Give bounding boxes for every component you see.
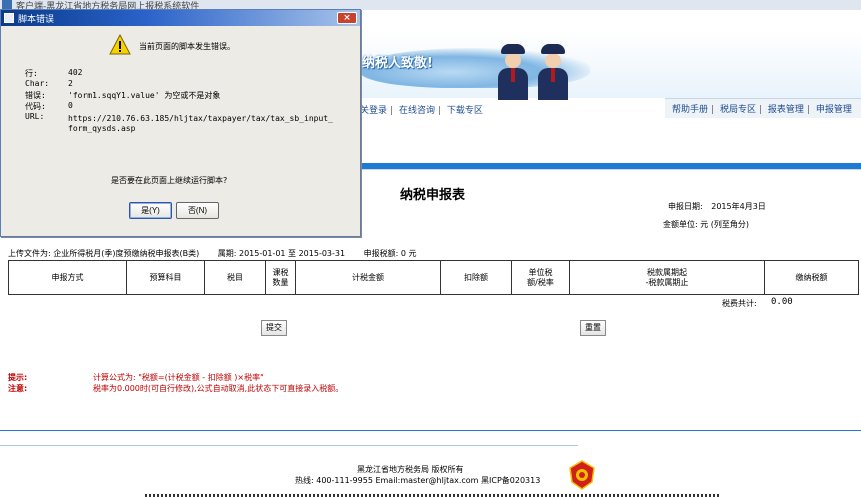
nav-item-download[interactable]: 下载专区	[447, 106, 483, 116]
col-tax-item: 税目	[204, 260, 266, 295]
dialog-question: 是否要在此页面上继续运行脚本?	[111, 176, 228, 185]
total-value: 0.00	[771, 297, 793, 307]
nav-item-bureau[interactable]: 税局专区	[720, 105, 756, 115]
error-char-key: Char:	[25, 79, 50, 88]
col-tax-period: 税款属期起 -税款属期止	[569, 260, 765, 295]
officer-male-image	[538, 44, 568, 100]
top-nav: 关登录 | 在线咨询 | 下载专区	[360, 106, 483, 116]
declaration-date: 申报日期: 2015年4月3日	[668, 201, 766, 212]
col-tax-quantity: 课税 数量	[265, 260, 296, 295]
table-header-row: 申报方式 预算科目 税目 课税 数量 计税金额 扣除额 单位税 额/税率 税款属…	[8, 260, 859, 295]
upload-info: 上传文件为: 企业所得税月(季)度预缴纳税申报表(B类) 属期: 2015-01…	[8, 248, 433, 259]
page-title: 纳税申报表	[400, 188, 466, 203]
no-button[interactable]: 否(N)	[176, 202, 219, 219]
nav-item-consult[interactable]: 在线咨询	[399, 106, 435, 116]
banner: 纳税人致敬!	[300, 30, 861, 100]
reset-button[interactable]: 重置	[580, 320, 606, 336]
footer-copyright: 黑龙江省地方税务局 版权所有	[357, 465, 464, 474]
error-url-key: URL:	[25, 112, 45, 121]
error-line-key: 行:	[25, 69, 38, 78]
error-code-value: 0	[68, 101, 73, 110]
error-line-value: 402	[68, 68, 83, 77]
nav-item-report-mgmt[interactable]: 报表管理	[768, 105, 804, 115]
period-label: 属期: 2015-01-01 至 2015-03-31	[217, 249, 346, 258]
hint-formula: 计算公式为: "税额=(计税金额 - 扣除额 )×税率"	[93, 373, 264, 382]
col-taxable-amount: 计税金额	[295, 260, 441, 295]
declaration-date-value: 2015年4月3日	[711, 202, 766, 211]
dialog-title-bar: 脚本错误 ×	[1, 10, 360, 26]
nav-item-declare-mgmt[interactable]: 申报管理	[816, 105, 852, 115]
footer-bar	[145, 494, 720, 497]
hint-label: 提示:	[8, 373, 28, 382]
dialog-window-icon	[4, 13, 14, 23]
error-char-value: 2	[68, 79, 73, 88]
col-budget-subject: 预算科目	[126, 260, 205, 295]
officer-female-image	[498, 44, 528, 100]
dialog-message: 当前页面的脚本发生错误。	[139, 42, 235, 51]
dialog-close-button[interactable]: ×	[337, 12, 357, 24]
error-url-value-cont: form_qysds.asp	[68, 124, 136, 133]
declaration-date-label: 申报日期:	[668, 202, 703, 211]
footer-divider-thin	[0, 445, 578, 446]
col-tax-payable: 缴纳税额	[764, 260, 859, 295]
yes-button[interactable]: 是(Y)	[129, 202, 172, 219]
col-deduction: 扣除额	[440, 260, 512, 295]
nav-item-login[interactable]: 关登录	[360, 106, 387, 116]
footer-divider	[0, 430, 861, 431]
note-text: 税率为0.000时(可自行修改),公式自动取消,此状态下可直接录入税额。	[93, 384, 344, 393]
tax-table: 申报方式 预算科目 税目 课税 数量 计税金额 扣除额 单位税 额/税率 税款属…	[8, 260, 859, 295]
error-message-value: 'form1.sqqY1.value' 为空或不是对象	[68, 91, 221, 100]
col-unit-rate: 单位税 额/税率	[511, 260, 570, 295]
error-message-key: 错误:	[25, 91, 46, 100]
total-label: 税费共计:	[722, 299, 757, 308]
upload-file-label: 上传文件为: 企业所得税月(季)度预缴纳税申报表(B类)	[8, 249, 200, 258]
warning-icon	[109, 34, 131, 55]
footer-contact: 热线: 400-111-9955 Email:master@hljtax.com…	[295, 476, 541, 485]
banner-slogan: 纳税人致敬!	[362, 56, 433, 71]
right-nav: 帮助手册 | 税局专区 | 报表管理 | 申报管理	[665, 98, 861, 118]
nav-item-help[interactable]: 帮助手册	[672, 105, 708, 115]
note-label: 注意:	[8, 384, 28, 393]
declared-amount-label: 申报税额: 0 元	[363, 249, 417, 258]
submit-button[interactable]: 提交	[261, 320, 287, 336]
amount-unit: 金额单位: 元 (列至角分)	[663, 220, 750, 229]
tax-emblem-icon	[569, 460, 595, 490]
script-error-dialog: 脚本错误 × 当前页面的脚本发生错误。 行: 402 Char: 2 错误: '…	[0, 9, 361, 237]
dialog-title: 脚本错误	[18, 15, 55, 25]
error-code-key: 代码:	[25, 102, 46, 111]
col-declare-method: 申报方式	[8, 260, 127, 295]
error-url-value: https://210.76.63.185/hljtax/taxpayer/ta…	[68, 114, 333, 123]
